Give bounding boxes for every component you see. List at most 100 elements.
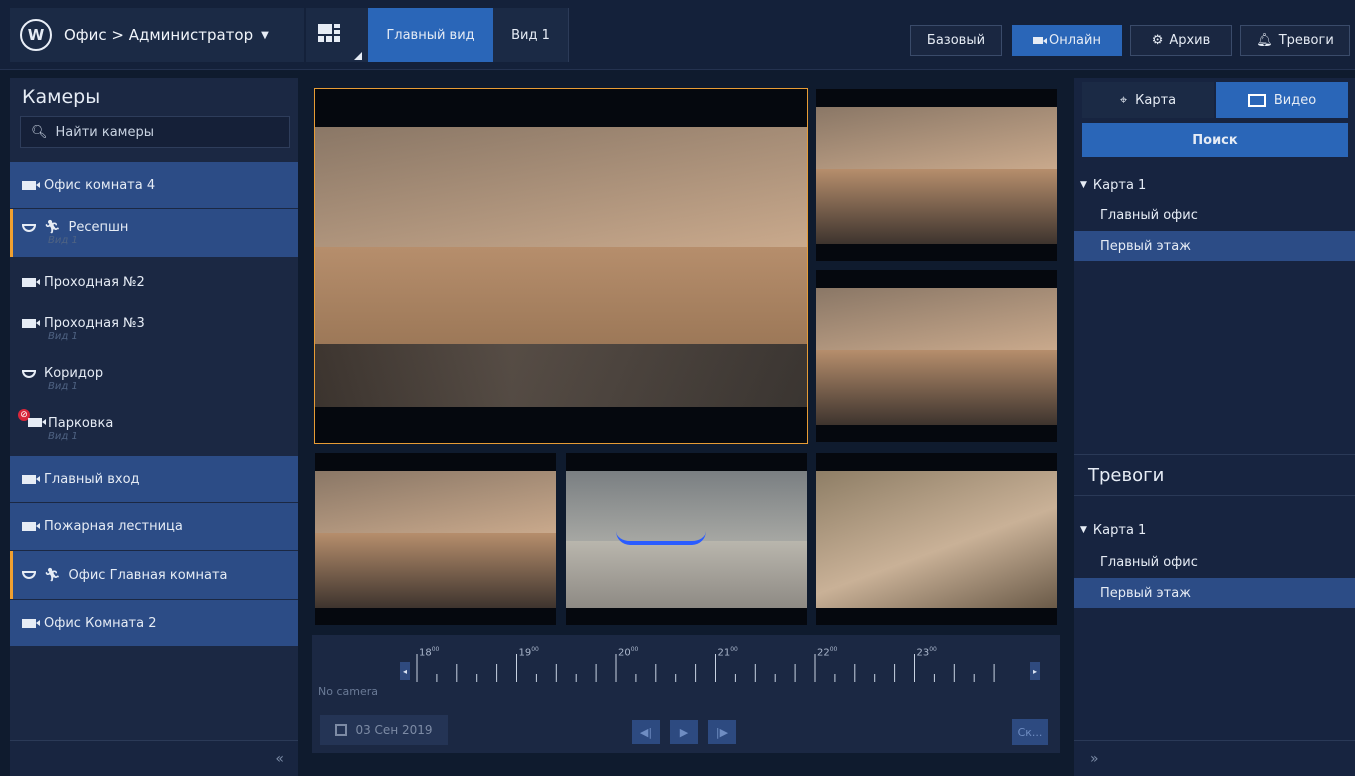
camera-disabled-icon: ⊘ bbox=[18, 409, 46, 431]
sk-button[interactable]: Ск... bbox=[1012, 719, 1048, 745]
search-button[interactable]: Поиск bbox=[1082, 123, 1348, 157]
site-title: Офис > Администратор bbox=[64, 26, 254, 44]
timeline-prev-button[interactable]: ◂ bbox=[400, 662, 410, 680]
alarms-title: Тревоги bbox=[1074, 454, 1355, 496]
step-forward-button[interactable]: |▶ bbox=[708, 720, 736, 744]
timeline-hour-label: 2200 bbox=[817, 646, 838, 659]
dome-camera-icon bbox=[22, 223, 36, 232]
archive-mode-label: Архив bbox=[1169, 33, 1211, 48]
motion-indicator-bar bbox=[10, 209, 13, 257]
map-tree-root[interactable]: ▼ Карта 1 bbox=[1074, 170, 1355, 200]
timeline-ruler[interactable] bbox=[312, 635, 1060, 695]
cameras-title: Камеры bbox=[22, 86, 101, 108]
camera-label: Пожарная лестница bbox=[44, 519, 183, 534]
alarms-mode-button[interactable]: 🔔︎ Тревоги bbox=[1240, 25, 1350, 56]
no-camera-label: No camera bbox=[318, 685, 378, 698]
camera-item[interactable]: Коридор Вид 1 bbox=[10, 356, 298, 402]
alarm-tree-item[interactable]: Главный офис bbox=[1074, 547, 1355, 577]
alarm-tree-item[interactable]: Первый этаж bbox=[1074, 578, 1355, 608]
tab-map-label: Карта bbox=[1135, 92, 1177, 108]
tree-label: Первый этаж bbox=[1100, 238, 1191, 254]
timeline-next-button[interactable]: ▸ bbox=[1030, 662, 1040, 680]
camera-label: Офис Главная комната bbox=[68, 567, 228, 583]
camera-label: Главный вход bbox=[44, 471, 140, 487]
layout-button[interactable] bbox=[306, 8, 368, 62]
basic-mode-button[interactable]: Базовый bbox=[910, 25, 1002, 56]
tree-label: Главный офис bbox=[1100, 554, 1198, 570]
step-back-button[interactable]: ◀| bbox=[632, 720, 660, 744]
search-icon: 🔍︎ bbox=[31, 124, 48, 140]
collapse-left-panel-button[interactable]: « bbox=[10, 740, 298, 776]
collapse-icon: « bbox=[275, 750, 284, 767]
collapse-right-panel-button[interactable]: » bbox=[1074, 740, 1355, 776]
camera-icon bbox=[22, 522, 40, 531]
online-mode-label: Онлайн bbox=[1049, 33, 1101, 48]
cameras-panel: Камеры 🔍︎ Найти камеры Офис комната 4 🏃︎… bbox=[10, 78, 298, 776]
camera-search-input[interactable]: 🔍︎ Найти камеры bbox=[20, 116, 290, 148]
chevron-down-icon: ▼ bbox=[1080, 525, 1087, 535]
logo-icon: W bbox=[20, 19, 52, 51]
tab-video-label: Видео bbox=[1273, 92, 1317, 108]
camera-item[interactable]: Пожарная лестница bbox=[10, 503, 298, 550]
tab-video[interactable]: Видео bbox=[1216, 82, 1348, 118]
camera-item[interactable]: 🏃︎ Ресепшн Вид 1 bbox=[10, 209, 298, 257]
date-label: 03 Сен 2019 bbox=[355, 723, 433, 737]
camera-item[interactable]: Проходная №2 bbox=[10, 259, 298, 305]
camera-label: Ресепшн bbox=[68, 220, 129, 235]
tree-label: Первый этаж bbox=[1100, 585, 1191, 601]
corner-indicator bbox=[354, 52, 362, 60]
camera-label: Проходная №3 bbox=[44, 316, 145, 331]
timeline-hour-label: 1900 bbox=[518, 646, 539, 659]
archive-mode-button[interactable]: ⚙ Архив bbox=[1130, 25, 1232, 56]
camera-icon bbox=[22, 180, 40, 190]
camera-view-label: Вид 1 bbox=[48, 381, 78, 392]
online-mode-button[interactable]: Онлайн bbox=[1012, 25, 1122, 56]
timeline-hour-label: 2000 bbox=[618, 646, 639, 659]
camera-item[interactable]: Главный вход bbox=[10, 456, 298, 502]
camera-view-label: Вид 1 bbox=[48, 431, 78, 442]
video-tile[interactable] bbox=[566, 453, 807, 625]
archive-icon: ⚙ bbox=[1151, 33, 1164, 48]
camera-view-label: Вид 1 bbox=[48, 331, 78, 342]
camera-item[interactable]: ⊘ Парковка Вид 1 bbox=[10, 406, 298, 452]
camera-item[interactable]: Проходная №3 Вид 1 bbox=[10, 306, 298, 352]
calendar-icon bbox=[335, 724, 348, 736]
motion-indicator-bar bbox=[10, 551, 13, 599]
tab-view-1[interactable]: Вид 1 bbox=[493, 8, 569, 62]
camera-label: Парковка bbox=[48, 416, 114, 431]
basic-mode-label: Базовый bbox=[926, 33, 986, 48]
alarm-tree-root[interactable]: ▼ Карта 1 bbox=[1074, 515, 1355, 545]
chevron-down-icon: ▼ bbox=[261, 29, 269, 41]
tree-label: Карта 1 bbox=[1092, 522, 1147, 538]
camera-item[interactable]: 🏃︎ Офис Главная комната bbox=[10, 551, 298, 599]
camera-icon bbox=[22, 474, 40, 484]
map-pin-icon: ⌖ bbox=[1119, 92, 1128, 108]
film-icon bbox=[1247, 93, 1266, 107]
chevron-down-icon: ▼ bbox=[1080, 180, 1087, 190]
camera-view-label: Вид 1 bbox=[48, 235, 78, 246]
camera-icon bbox=[22, 618, 40, 628]
video-tile[interactable] bbox=[816, 270, 1057, 442]
play-button[interactable]: ▶ bbox=[670, 720, 698, 744]
tab-map[interactable]: ⌖ Карта bbox=[1082, 82, 1214, 118]
timeline-hour-label: 2100 bbox=[717, 646, 738, 659]
camera-item[interactable]: Офис комната 4 bbox=[10, 162, 298, 208]
tab-main-view[interactable]: Главный вид bbox=[368, 8, 493, 62]
video-tile[interactable] bbox=[314, 88, 808, 444]
site-selector[interactable]: W Офис > Администратор ▼ bbox=[10, 8, 304, 62]
camera-icon bbox=[1033, 37, 1048, 44]
camera-label: Офис комната 4 bbox=[44, 177, 156, 193]
video-tile[interactable] bbox=[315, 453, 556, 625]
motion-icon: 🏃︎ bbox=[44, 220, 61, 235]
alarms-mode-label: Тревоги bbox=[1278, 33, 1334, 48]
camera-label: Коридор bbox=[44, 366, 104, 381]
map-tree-item[interactable]: Главный офис bbox=[1074, 200, 1355, 230]
video-tile[interactable] bbox=[816, 89, 1057, 261]
timeline-hour-label: 2300 bbox=[916, 646, 937, 659]
camera-label: Офис Комната 2 bbox=[44, 615, 157, 631]
camera-item[interactable]: Офис Комната 2 bbox=[10, 600, 298, 646]
video-tile[interactable] bbox=[816, 453, 1057, 625]
map-tree-item[interactable]: Первый этаж bbox=[1074, 231, 1355, 261]
date-picker[interactable]: 03 Сен 2019 bbox=[320, 715, 448, 745]
camera-label: Проходная №2 bbox=[44, 274, 145, 290]
